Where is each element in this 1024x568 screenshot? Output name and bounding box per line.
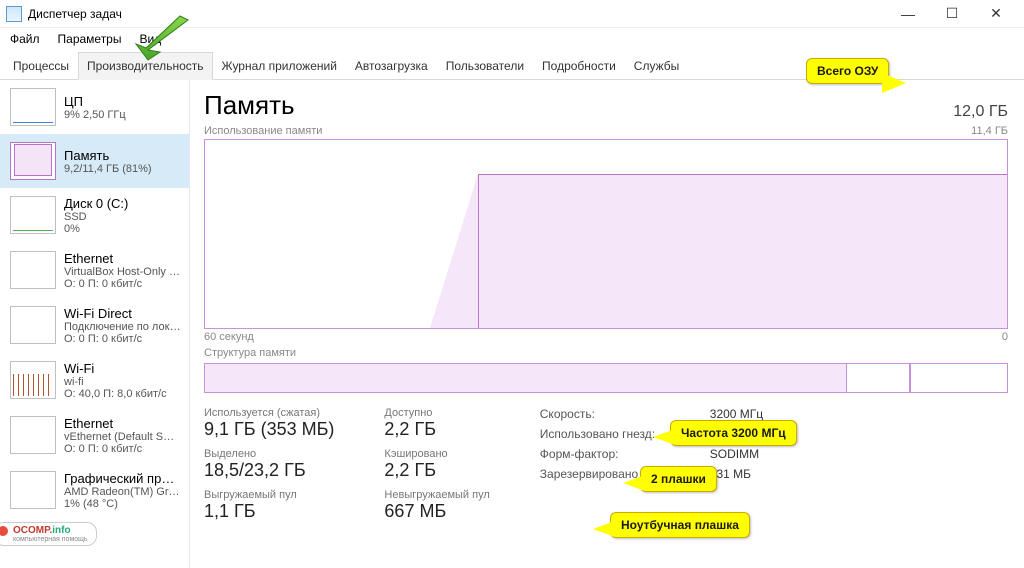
sidebar-item-title: Память (64, 148, 152, 163)
sidebar-item-3[interactable]: EthernetVirtualBox Host-Only …О: 0 П: 0 … (0, 243, 189, 298)
sidebar-item-sub2: 1% (48 °C) (64, 498, 181, 510)
memory-usage-chart (204, 139, 1008, 329)
taskmgr-icon (6, 6, 22, 22)
lbl-commit: Выделено (204, 448, 334, 460)
sidebar-item-title: Ethernet (64, 416, 181, 431)
sidebar-thumb-icon (10, 306, 56, 344)
sidebar-thumb-icon (10, 88, 56, 126)
sidebar-item-sub2: 0% (64, 223, 128, 235)
callout-laptop-form: Ноутбучная плашка (610, 512, 750, 538)
val-form: SODIMM (710, 447, 830, 461)
annotation-arrow-icon (128, 12, 198, 62)
val-speed: 3200 МГц (710, 407, 830, 421)
sidebar-item-sub: VirtualBox Host-Only … (64, 266, 180, 278)
minimize-button[interactable]: — (886, 1, 930, 27)
sidebar-item-5[interactable]: Wi-Fiwi-fiО: 40,0 П: 8,0 кбит/с (0, 353, 189, 408)
callout-frequency: Частота 3200 МГц (670, 420, 797, 446)
watermark-badge: OCOMP.infoкомпьютерная помощь (0, 522, 97, 546)
sidebar-item-7[interactable]: Графический про…AMD Radeon(TM) Grap…1% (… (0, 463, 189, 518)
sidebar-item-sub: SSD (64, 211, 128, 223)
tab-details[interactable]: Подробности (533, 52, 625, 79)
sidebar-thumb-icon (10, 471, 56, 509)
sidebar-item-title: Wi-Fi (64, 361, 167, 376)
sidebar-item-0[interactable]: ЦП9% 2,50 ГГц (0, 80, 189, 134)
sidebar-item-sub: AMD Radeon(TM) Grap… (64, 486, 181, 498)
sidebar-item-sub: vEthernet (Default Swit… (64, 431, 181, 443)
close-button[interactable]: ✕ (974, 1, 1018, 27)
lbl-form: Форм-фактор: (540, 447, 710, 461)
menu-options[interactable]: Параметры (54, 30, 126, 48)
memory-stats: Используется (сжатая)9,1 ГБ (353 МБ) Выд… (204, 407, 1008, 522)
val-in-use: 9,1 ГБ (353 МБ) (204, 419, 334, 440)
lbl-paged: Выгружаемый пул (204, 489, 334, 501)
sidebar-item-2[interactable]: Диск 0 (C:)SSD0% (0, 188, 189, 243)
sidebar-item-title: ЦП (64, 94, 126, 109)
lbl-speed: Скорость: (540, 407, 710, 421)
chart-x-right: 0 (1002, 331, 1008, 343)
lbl-in-use: Используется (сжатая) (204, 407, 334, 419)
tab-services[interactable]: Службы (625, 52, 688, 79)
sidebar-item-sub: Подключение по лока… (64, 321, 181, 333)
val-cached: 2,2 ГБ (384, 460, 489, 481)
val-commit: 18,5/23,2 ГБ (204, 460, 334, 481)
sidebar-item-title: Диск 0 (C:) (64, 196, 128, 211)
memory-composition-bar (204, 363, 1008, 393)
sidebar-thumb-icon (10, 142, 56, 180)
tab-processes[interactable]: Процессы (4, 52, 78, 79)
chart-title: Использование памяти (204, 125, 322, 137)
sidebar-item-4[interactable]: Wi-Fi DirectПодключение по лока…О: 0 П: … (0, 298, 189, 353)
chart-ymax: 11,4 ГБ (971, 125, 1008, 137)
sidebar-item-sub2: О: 40,0 П: 8,0 кбит/с (64, 388, 167, 400)
lbl-cached: Кэшировано (384, 448, 489, 460)
sidebar-item-title: Wi-Fi Direct (64, 306, 181, 321)
sidebar-item-sub: wi-fi (64, 376, 167, 388)
sidebar-item-title: Ethernet (64, 251, 180, 266)
maximize-button[interactable]: ☐ (930, 1, 974, 27)
lbl-nonpaged: Невыгружаемый пул (384, 489, 489, 501)
val-avail: 2,2 ГБ (384, 419, 489, 440)
performance-sidebar[interactable]: ЦП9% 2,50 ГГцПамять9,2/11,4 ГБ (81%)Диск… (0, 80, 190, 568)
sidebar-item-sub2: О: 0 П: 0 кбит/с (64, 278, 180, 290)
sidebar-thumb-icon (10, 196, 56, 234)
tab-startup[interactable]: Автозагрузка (346, 52, 437, 79)
callout-slots: 2 плашки (640, 466, 717, 492)
tab-app-history[interactable]: Журнал приложений (213, 52, 346, 79)
memory-pane: Память 12,0 ГБ Использование памяти 11,4… (190, 80, 1024, 568)
val-nonpaged: 667 МБ (384, 501, 489, 522)
tab-users[interactable]: Пользователи (437, 52, 533, 79)
sidebar-item-sub2: О: 0 П: 0 кбит/с (64, 333, 181, 345)
val-paged: 1,1 ГБ (204, 501, 334, 522)
sidebar-item-6[interactable]: EthernetvEthernet (Default Swit…О: 0 П: … (0, 408, 189, 463)
total-ram: 12,0 ГБ (953, 103, 1008, 121)
lbl-avail: Доступно (384, 407, 489, 419)
sidebar-item-sub2: О: 0 П: 0 кбит/с (64, 443, 181, 455)
structure-title: Структура памяти (204, 347, 296, 359)
page-title: Память (204, 90, 295, 121)
sidebar-item-1[interactable]: Память9,2/11,4 ГБ (81%) (0, 134, 189, 188)
callout-total-ram: Всего ОЗУ (806, 58, 889, 84)
chart-x-left: 60 секунд (204, 331, 254, 343)
sidebar-thumb-icon (10, 361, 56, 399)
sidebar-item-sub: 9,2/11,4 ГБ (81%) (64, 163, 152, 175)
val-reserved: 631 МБ (710, 467, 830, 481)
sidebar-item-sub: 9% 2,50 ГГц (64, 109, 126, 121)
sidebar-item-title: Графический про… (64, 471, 181, 486)
sidebar-thumb-icon (10, 251, 56, 289)
sidebar-thumb-icon (10, 416, 56, 454)
menu-file[interactable]: Файл (6, 30, 44, 48)
